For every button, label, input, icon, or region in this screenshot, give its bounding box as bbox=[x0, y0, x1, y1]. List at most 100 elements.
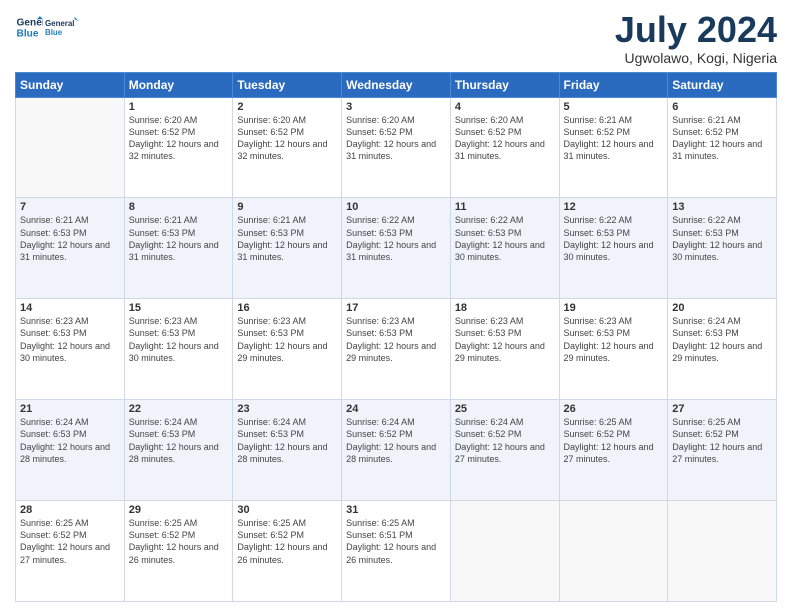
calendar-cell: 28Sunrise: 6:25 AMSunset: 6:52 PMDayligh… bbox=[16, 501, 125, 602]
svg-text:General: General bbox=[45, 19, 75, 28]
calendar-cell: 3Sunrise: 6:20 AMSunset: 6:52 PMDaylight… bbox=[342, 97, 451, 198]
day-info: Sunrise: 6:20 AMSunset: 6:52 PMDaylight:… bbox=[129, 114, 229, 163]
day-info: Sunrise: 6:22 AMSunset: 6:53 PMDaylight:… bbox=[346, 214, 446, 263]
weekday-header-thursday: Thursday bbox=[450, 72, 559, 97]
calendar-cell: 14Sunrise: 6:23 AMSunset: 6:53 PMDayligh… bbox=[16, 299, 125, 400]
calendar-cell: 31Sunrise: 6:25 AMSunset: 6:51 PMDayligh… bbox=[342, 501, 451, 602]
day-number: 29 bbox=[129, 504, 229, 516]
calendar-week-2: 14Sunrise: 6:23 AMSunset: 6:53 PMDayligh… bbox=[16, 299, 777, 400]
day-info: Sunrise: 6:21 AMSunset: 6:53 PMDaylight:… bbox=[20, 214, 120, 263]
calendar-cell: 11Sunrise: 6:22 AMSunset: 6:53 PMDayligh… bbox=[450, 198, 559, 299]
calendar-cell: 17Sunrise: 6:23 AMSunset: 6:53 PMDayligh… bbox=[342, 299, 451, 400]
calendar-cell: 10Sunrise: 6:22 AMSunset: 6:53 PMDayligh… bbox=[342, 198, 451, 299]
calendar-cell: 30Sunrise: 6:25 AMSunset: 6:52 PMDayligh… bbox=[233, 501, 342, 602]
day-info: Sunrise: 6:23 AMSunset: 6:53 PMDaylight:… bbox=[129, 315, 229, 364]
calendar-cell: 12Sunrise: 6:22 AMSunset: 6:53 PMDayligh… bbox=[559, 198, 668, 299]
day-info: Sunrise: 6:21 AMSunset: 6:53 PMDaylight:… bbox=[129, 214, 229, 263]
day-number: 1 bbox=[129, 101, 229, 113]
calendar-cell: 9Sunrise: 6:21 AMSunset: 6:53 PMDaylight… bbox=[233, 198, 342, 299]
day-number: 25 bbox=[455, 403, 555, 415]
day-info: Sunrise: 6:20 AMSunset: 6:52 PMDaylight:… bbox=[455, 114, 555, 163]
day-info: Sunrise: 6:20 AMSunset: 6:52 PMDaylight:… bbox=[237, 114, 337, 163]
calendar-week-4: 28 Sunrise: 6:25 AMSunset: 6:52 PMDayligh… bbox=[16, 501, 777, 602]
calendar-cell: 22Sunrise: 6:24 AMSunset: 6:53 PMDayligh… bbox=[124, 400, 233, 501]
day-info: Sunrise: 6:24 AMSunset: 6:53 PMDaylight:… bbox=[237, 416, 337, 465]
calendar-cell: 21Sunrise: 6:24 AMSunset: 6:53 PMDayligh… bbox=[16, 400, 125, 501]
day-info: Sunrise: 6:24 AMSunset: 6:52 PMDaylight:… bbox=[346, 416, 446, 465]
calendar-cell: 15Sunrise: 6:23 AMSunset: 6:53 PMDayligh… bbox=[124, 299, 233, 400]
day-number: 10 bbox=[346, 201, 446, 213]
day-number: 7 bbox=[20, 201, 120, 213]
day-number: 15 bbox=[129, 302, 229, 314]
day-info: Sunrise: 6:23 AMSunset: 6:53 PMDaylight:… bbox=[237, 315, 337, 364]
calendar-cell: 5Sunrise: 6:21 AMSunset: 6:52 PMDaylight… bbox=[559, 97, 668, 198]
day-info: Sunrise: 6:23 AMSunset: 6:53 PMDaylight:… bbox=[455, 315, 555, 364]
calendar-week-1: 7Sunrise: 6:21 AMSunset: 6:53 PMDaylight… bbox=[16, 198, 777, 299]
day-number: 16 bbox=[237, 302, 337, 314]
calendar-cell: 24Sunrise: 6:24 AMSunset: 6:52 PMDayligh… bbox=[342, 400, 451, 501]
day-info: Sunrise: 6:23 AMSunset: 6:53 PMDaylight:… bbox=[564, 315, 664, 364]
title-block: July 2024 Ugwolawo, Kogi, Nigeria bbox=[615, 10, 777, 66]
svg-text:Blue: Blue bbox=[45, 28, 63, 37]
logo-icon: General Blue bbox=[15, 13, 43, 41]
calendar-cell bbox=[559, 501, 668, 602]
calendar-cell: 23Sunrise: 6:24 AMSunset: 6:53 PMDayligh… bbox=[233, 400, 342, 501]
main-title: July 2024 bbox=[615, 10, 777, 50]
day-number: 11 bbox=[455, 201, 555, 213]
day-info: Sunrise: 6:25 AMSunset: 6:52 PMDaylight:… bbox=[129, 517, 229, 566]
day-number: 23 bbox=[237, 403, 337, 415]
calendar-cell: 27Sunrise: 6:25 AMSunset: 6:52 PMDayligh… bbox=[668, 400, 777, 501]
day-number: 19 bbox=[564, 302, 664, 314]
calendar-cell: 18Sunrise: 6:23 AMSunset: 6:53 PMDayligh… bbox=[450, 299, 559, 400]
day-number: 12 bbox=[564, 201, 664, 213]
day-number: 14 bbox=[20, 302, 120, 314]
day-number: 4 bbox=[455, 101, 555, 113]
page: General Blue General Blue July 2024 Ugwo… bbox=[0, 0, 792, 612]
weekday-header-tuesday: Tuesday bbox=[233, 72, 342, 97]
day-number: 22 bbox=[129, 403, 229, 415]
weekday-header-saturday: Saturday bbox=[668, 72, 777, 97]
logo: General Blue General Blue bbox=[15, 10, 79, 44]
day-number: 26 bbox=[564, 403, 664, 415]
day-number: 18 bbox=[455, 302, 555, 314]
day-info: Sunrise: 6:25 AMSunset: 6:52 PMDaylight:… bbox=[237, 517, 337, 566]
day-number: 20 bbox=[672, 302, 772, 314]
day-number: 2 bbox=[237, 101, 337, 113]
calendar-cell bbox=[450, 501, 559, 602]
day-info: Sunrise: 6:22 AMSunset: 6:53 PMDaylight:… bbox=[564, 214, 664, 263]
day-info: Sunrise: 6:23 AMSunset: 6:53 PMDaylight:… bbox=[20, 315, 120, 364]
calendar-table: SundayMondayTuesdayWednesdayThursdayFrid… bbox=[15, 72, 777, 602]
day-number: 5 bbox=[564, 101, 664, 113]
calendar-cell bbox=[16, 97, 125, 198]
day-number: 6 bbox=[672, 101, 772, 113]
calendar-cell: 20Sunrise: 6:24 AMSunset: 6:53 PMDayligh… bbox=[668, 299, 777, 400]
header: General Blue General Blue July 2024 Ugwo… bbox=[15, 10, 777, 66]
svg-text:Blue: Blue bbox=[17, 28, 39, 39]
calendar-cell: 26Sunrise: 6:25 AMSunset: 6:52 PMDayligh… bbox=[559, 400, 668, 501]
day-info: Sunrise: 6:21 AMSunset: 6:52 PMDaylight:… bbox=[672, 114, 772, 163]
calendar-cell: 8Sunrise: 6:21 AMSunset: 6:53 PMDaylight… bbox=[124, 198, 233, 299]
day-number: 13 bbox=[672, 201, 772, 213]
calendar-cell bbox=[668, 501, 777, 602]
subtitle: Ugwolawo, Kogi, Nigeria bbox=[615, 50, 777, 66]
day-number: 24 bbox=[346, 403, 446, 415]
calendar-week-0: 1Sunrise: 6:20 AMSunset: 6:52 PMDaylight… bbox=[16, 97, 777, 198]
calendar-cell: 13Sunrise: 6:22 AMSunset: 6:53 PMDayligh… bbox=[668, 198, 777, 299]
header-row: SundayMondayTuesdayWednesdayThursdayFrid… bbox=[16, 72, 777, 97]
logo-graphic: General Blue bbox=[45, 10, 79, 44]
day-info: Sunrise: 6:24 AMSunset: 6:53 PMDaylight:… bbox=[20, 416, 120, 465]
calendar-cell: 29Sunrise: 6:25 AMSunset: 6:52 PMDayligh… bbox=[124, 501, 233, 602]
day-number: 30 bbox=[237, 504, 337, 516]
day-number: 9 bbox=[237, 201, 337, 213]
day-number: 21 bbox=[20, 403, 120, 415]
calendar-cell: 2Sunrise: 6:20 AMSunset: 6:52 PMDaylight… bbox=[233, 97, 342, 198]
day-info: Sunrise: 6:21 AMSunset: 6:52 PMDaylight:… bbox=[564, 114, 664, 163]
calendar-cell: 25Sunrise: 6:24 AMSunset: 6:52 PMDayligh… bbox=[450, 400, 559, 501]
day-info: Sunrise: 6:24 AMSunset: 6:53 PMDaylight:… bbox=[129, 416, 229, 465]
day-number: 17 bbox=[346, 302, 446, 314]
day-number: 27 bbox=[672, 403, 772, 415]
weekday-header-monday: Monday bbox=[124, 72, 233, 97]
day-info: Sunrise: 6:22 AMSunset: 6:53 PMDaylight:… bbox=[672, 214, 772, 263]
calendar-cell: 19Sunrise: 6:23 AMSunset: 6:53 PMDayligh… bbox=[559, 299, 668, 400]
day-number: 28 bbox=[20, 504, 120, 516]
